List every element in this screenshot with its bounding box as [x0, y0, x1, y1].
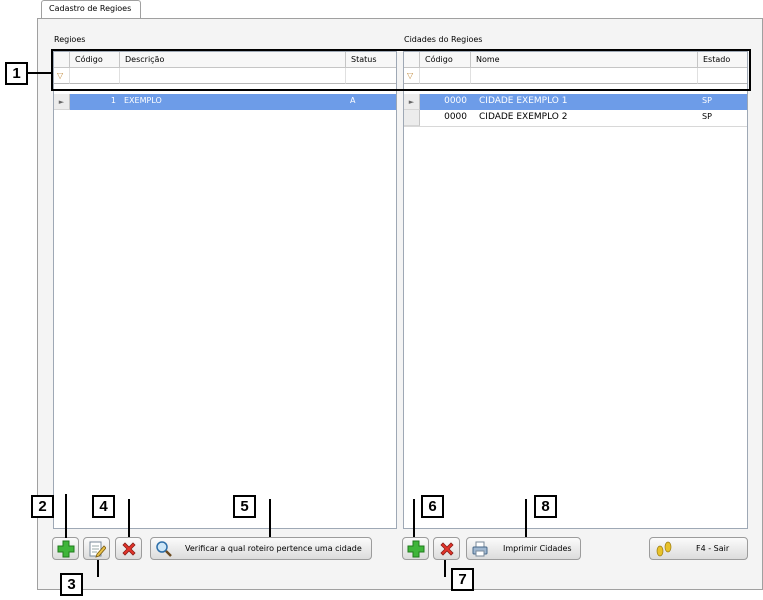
printer-icon: [472, 541, 488, 556]
callout-1: 1: [5, 62, 28, 85]
table-row[interactable]: ► 1 EXEMPLO A: [54, 94, 396, 110]
edit-regiao-button[interactable]: [83, 537, 110, 560]
callout-8-leader: [525, 499, 527, 537]
magnifier-icon: [156, 540, 172, 557]
callout-5-leader: [269, 499, 271, 537]
callout-6-leader: [413, 499, 415, 537]
cidades-grid[interactable]: Código Nome Estado ▽ ► 0000 CIDADE EXEMP…: [403, 51, 748, 529]
delete-x-icon: [121, 541, 136, 556]
callout-7-leader: [444, 560, 446, 577]
callout-6: 6: [421, 495, 444, 518]
cell-estado[interactable]: SP: [698, 94, 747, 110]
callout-3: 3: [60, 573, 83, 596]
plus-icon: [407, 540, 424, 557]
delete-regiao-button[interactable]: [115, 537, 142, 560]
add-cidade-button[interactable]: [402, 537, 429, 560]
plus-icon: [57, 540, 74, 557]
callout-2: 2: [31, 495, 54, 518]
regioes-panel-title: Regioes: [54, 35, 86, 44]
cidades-panel-title: Cidades do Regioes: [404, 35, 483, 44]
cell-status[interactable]: A: [346, 94, 396, 110]
tab-cadastro-regioes[interactable]: Cadastro de Regioes: [41, 0, 141, 19]
row-indicator-arrow-icon: ►: [54, 94, 70, 110]
callout-3-leader: [97, 560, 99, 577]
row-indicator-arrow-icon: ►: [404, 94, 420, 110]
callout-7: 7: [451, 568, 474, 591]
delete-cidade-button[interactable]: [433, 537, 460, 560]
verificar-roteiro-label: Verificar a qual roteiro pertence uma ci…: [185, 544, 362, 553]
callout-8: 8: [534, 495, 557, 518]
cell-estado[interactable]: SP: [698, 110, 747, 126]
delete-x-icon: [439, 541, 454, 556]
regioes-grid[interactable]: Código Descrição Status ▽ ► 1 EXEMPLO A: [53, 51, 397, 529]
callout-4: 4: [92, 495, 115, 518]
imprimir-cidades-button[interactable]: Imprimir Cidades: [466, 537, 581, 560]
callout-5: 5: [233, 495, 256, 518]
cell-nome[interactable]: CIDADE EXEMPLO 2: [471, 110, 698, 126]
footprints-icon: [656, 541, 672, 556]
edit-icon: [89, 541, 106, 558]
verificar-roteiro-button[interactable]: Verificar a qual roteiro pertence uma ci…: [150, 537, 372, 560]
sair-label: F4 - Sair: [696, 544, 730, 553]
header-highlight-box: [51, 49, 751, 91]
cell-codigo[interactable]: 1: [70, 94, 120, 110]
cell-nome[interactable]: CIDADE EXEMPLO 1: [471, 94, 698, 110]
cell-descricao[interactable]: EXEMPLO: [120, 94, 346, 110]
callout-1-leader: [28, 72, 51, 74]
cell-codigo[interactable]: 0000: [420, 110, 471, 126]
row-indicator: [404, 110, 420, 126]
callout-4-leader: [128, 499, 130, 537]
add-regiao-button[interactable]: [52, 537, 79, 560]
table-row[interactable]: 0000 CIDADE EXEMPLO 2 SP: [404, 110, 747, 127]
cell-codigo[interactable]: 0000: [420, 94, 471, 110]
imprimir-cidades-label: Imprimir Cidades: [503, 544, 572, 553]
callout-2-leader: [65, 494, 67, 538]
table-row[interactable]: ► 0000 CIDADE EXEMPLO 1 SP: [404, 94, 747, 110]
sair-button[interactable]: F4 - Sair: [649, 537, 748, 560]
